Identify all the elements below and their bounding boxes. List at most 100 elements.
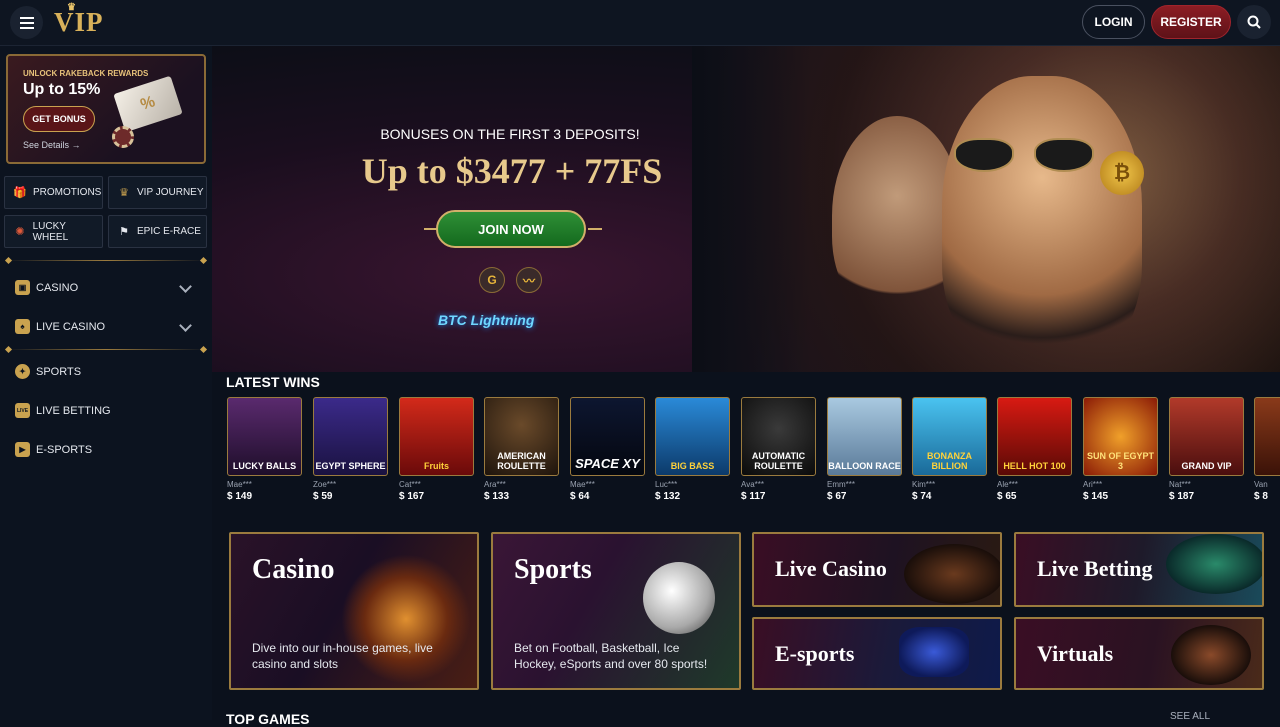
win-user: Luc*** (655, 480, 678, 489)
category-title: Live Betting (1037, 556, 1153, 581)
quick-link-promotions[interactable]: 🎁 PROMOTIONS (4, 176, 103, 209)
win-amount: $ 149 (227, 491, 253, 502)
nav-item-casino[interactable]: ▣ CASINO (15, 280, 78, 295)
logo-text: VIP (54, 7, 104, 37)
win-item[interactable]: LUCKY BALLS Mae*** $ 149 (227, 397, 302, 502)
category-title: Virtuals (1037, 641, 1114, 666)
win-item[interactable]: GRAND VIP Nat*** $ 187 (1169, 397, 1244, 502)
win-item[interactable]: HELL HOT 100 Ale*** $ 65 (997, 397, 1072, 502)
crown-icon: ♛ (67, 2, 77, 13)
win-amount: $ 74 (912, 491, 932, 502)
game-thumbnail[interactable]: AMERICAN ROULETTE (484, 397, 559, 476)
play-icon: ▶ (15, 442, 30, 457)
win-item[interactable]: Van $ 8 (1254, 397, 1280, 502)
hero-title: Up to $3477 + 77FS (361, 151, 663, 191)
win-user: Ara*** (484, 480, 506, 489)
category-card-live-casino[interactable]: Live Casino (752, 532, 1002, 607)
win-item[interactable]: AUTOMATIC ROULETTE Ava*** $ 117 (741, 397, 816, 502)
category-card-e-sports[interactable]: E-sports (752, 617, 1002, 690)
category-title: Sports (514, 554, 592, 585)
win-amount: $ 67 (827, 491, 847, 502)
category-card-live-betting[interactable]: Live Betting (1014, 532, 1264, 607)
register-button[interactable]: REGISTER (1151, 5, 1231, 39)
divider (6, 260, 206, 261)
game-thumbnail[interactable]: LUCKY BALLS (227, 397, 302, 476)
quick-link-label: VIP JOURNEY (137, 187, 204, 198)
game-thumbnail[interactable]: BIG BASS (655, 397, 730, 476)
search-icon[interactable] (1237, 5, 1271, 39)
win-user: Mae*** (227, 480, 252, 489)
win-item[interactable]: SUN OF EGYPT 3 Ari*** $ 145 (1083, 397, 1158, 502)
see-all-link[interactable]: SEE ALL (1170, 711, 1210, 722)
quick-link-lucky-wheel[interactable]: ✺ LUCKY WHEEL (4, 215, 103, 248)
game-thumbnail[interactable]: AUTOMATIC ROULETTE (741, 397, 816, 476)
game-thumbnail[interactable]: GRAND VIP (1169, 397, 1244, 476)
nav-item-live-betting[interactable]: LIVE LIVE BETTING (15, 403, 111, 418)
roulette-wheel-icon (904, 544, 1000, 604)
gamepad-icon (899, 627, 969, 677)
crown-icon: ♛ (119, 187, 129, 199)
stadium-icon (1166, 534, 1262, 594)
category-card-casino[interactable]: Casino Dive into our in-house games, liv… (229, 532, 479, 690)
game-thumbnail[interactable]: Fruits (399, 397, 474, 476)
get-bonus-button[interactable]: GET BONUS (23, 106, 95, 132)
win-item[interactable]: BIG BASS Luc*** $ 132 (655, 397, 730, 502)
nav-label: LIVE BETTING (36, 404, 111, 417)
win-item[interactable]: SPACE XY Mae*** $ 64 (570, 397, 645, 502)
quick-link-label: PROMOTIONS (33, 187, 102, 198)
quick-link-epic-e-race[interactable]: ⚑ EPIC E-RACE (108, 215, 207, 248)
see-details-link[interactable]: See Details → (23, 140, 81, 150)
promo-kicker: UNLOCK RAKEBACK REWARDS (23, 69, 149, 78)
gift-icon: 🎁 (13, 187, 27, 199)
quick-link-label: LUCKY WHEEL (32, 220, 69, 243)
category-card-sports[interactable]: Sports Bet on Football, Basketball, Ice … (491, 532, 741, 690)
category-description: Bet on Football, Basketball, Ice Hockey,… (514, 641, 708, 671)
top-bar: ♛ VIP LOGIN REGISTER (0, 0, 1280, 46)
win-user: Ava*** (741, 480, 764, 489)
hamburger-menu-icon[interactable] (10, 6, 43, 39)
hero-subtitle: BONUSES ON THE FIRST 3 DEPOSITS! (380, 126, 640, 142)
chevron-down-icon[interactable] (179, 280, 192, 293)
win-user: Zoe*** (313, 480, 337, 489)
game-thumbnail[interactable]: BALLOON RACE (827, 397, 902, 476)
win-item[interactable]: BALLOON RACE Emm*** $ 67 (827, 397, 902, 502)
nav-item-e-sports[interactable]: ▶ E-SPORTS (15, 442, 92, 457)
win-amount: $ 133 (484, 491, 510, 502)
ball-icon: ✦ (15, 364, 30, 379)
casino-chip-icon (112, 126, 134, 148)
category-card-virtuals[interactable]: Virtuals (1014, 617, 1264, 690)
win-amount: $ 117 (741, 491, 766, 502)
join-now-button[interactable]: JOIN NOW (436, 210, 586, 248)
ornament-right (588, 228, 602, 230)
win-user: Mae*** (570, 480, 595, 489)
nav-item-sports[interactable]: ✦ SPORTS (15, 364, 81, 379)
win-user: Cat*** (399, 480, 421, 489)
win-item[interactable]: AMERICAN ROULETTE Ara*** $ 133 (484, 397, 559, 502)
quick-link-vip-journey[interactable]: ♛ VIP JOURNEY (108, 176, 207, 209)
win-amount: $ 8 (1254, 491, 1268, 502)
game-thumbnail[interactable]: BONANZA BILLION (912, 397, 987, 476)
game-thumbnail[interactable]: SPACE XY (570, 397, 645, 476)
wheel-icon: ✺ (15, 226, 25, 238)
game-thumbnail[interactable]: EGYPT SPHERE (313, 397, 388, 476)
win-item[interactable]: Fruits Cat*** $ 167 (399, 397, 474, 502)
win-item[interactable]: BONANZA BILLION Kim*** $ 74 (912, 397, 987, 502)
nav-label: CASINO (36, 281, 79, 294)
rakeback-promo-card[interactable]: UNLOCK RAKEBACK REWARDS Up to 15% GET BO… (6, 54, 206, 164)
game-thumbnail[interactable]: HELL HOT 100 (997, 397, 1072, 476)
win-amount: $ 59 (313, 491, 333, 502)
game-thumbnail[interactable] (1254, 397, 1280, 476)
logo[interactable]: ♛ VIP (54, 2, 104, 38)
sidebar: UNLOCK RAKEBACK REWARDS Up to 15% GET BO… (0, 46, 212, 720)
win-user: Emm*** (827, 480, 856, 489)
chevron-down-icon[interactable] (179, 319, 192, 332)
category-title: Live Casino (775, 556, 887, 581)
login-button[interactable]: LOGIN (1082, 5, 1145, 39)
win-user: Nat*** (1169, 480, 1191, 489)
game-thumbnail[interactable]: SUN OF EGYPT 3 (1083, 397, 1158, 476)
win-amount: $ 187 (1169, 491, 1195, 502)
win-user: Ari*** (1083, 480, 1103, 489)
nav-item-live-casino[interactable]: ♠ LIVE CASINO (15, 319, 105, 334)
win-item[interactable]: EGYPT SPHERE Zoe*** $ 59 (313, 397, 388, 502)
vr-headset-icon (1171, 625, 1251, 685)
